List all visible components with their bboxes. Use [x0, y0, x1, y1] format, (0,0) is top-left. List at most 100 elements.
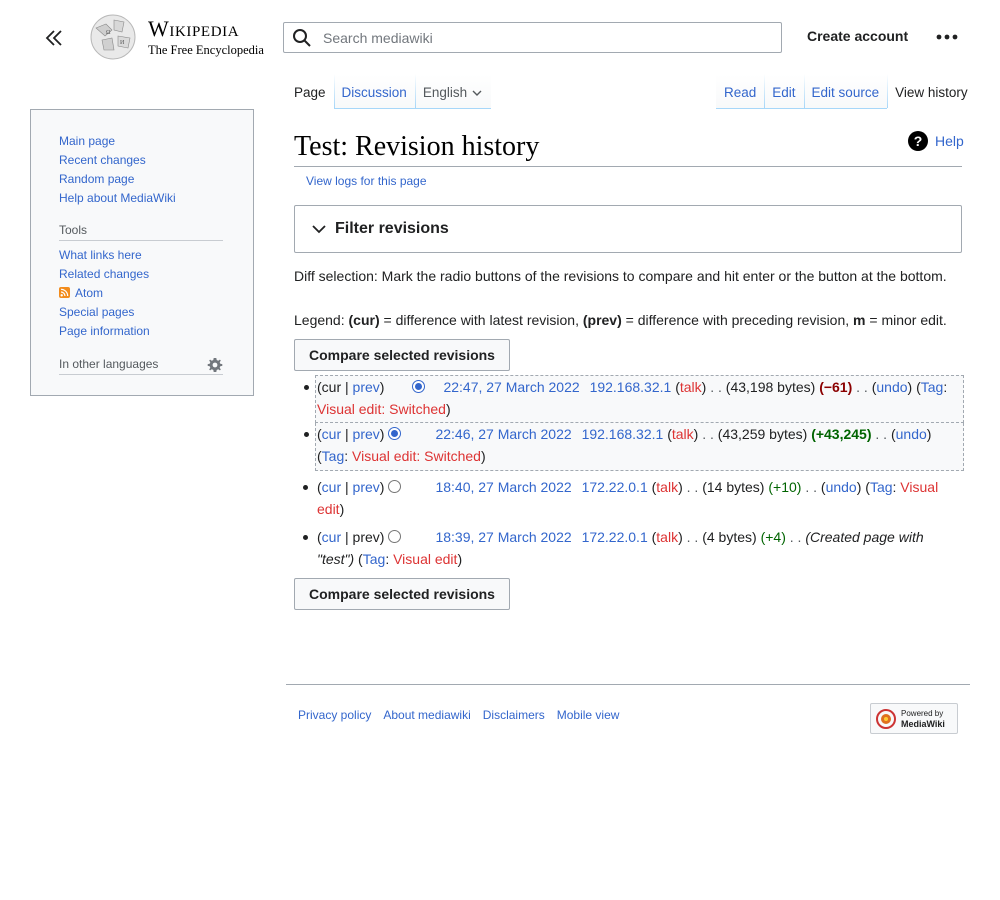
footer-privacy-policy[interactable]: Privacy policy	[298, 708, 371, 722]
list-bullet	[303, 485, 308, 490]
view-tabs: Read Edit Edit source View history	[716, 74, 976, 109]
sidebar-item-what-links-here[interactable]: What links here	[59, 248, 142, 262]
list-bullet	[303, 535, 308, 540]
revision-prev-link[interactable]: prev	[353, 479, 380, 495]
revision-cur-link[interactable]: cur	[322, 479, 341, 495]
revision-prev-link[interactable]: prev	[353, 426, 380, 442]
list-bullet	[304, 432, 309, 437]
tab-read-label: Read	[724, 85, 757, 100]
revision-prev-link[interactable]: prev	[353, 379, 380, 395]
wordmark-title: Wikipedia	[148, 15, 240, 41]
mediawiki-flower-icon	[876, 708, 896, 729]
footer-mobile-view[interactable]: Mobile view	[557, 708, 620, 722]
collapse-menu-icon[interactable]	[42, 26, 66, 50]
revision-history-list: (cur | prev) 22:47, 27 March 2022 192.168…	[294, 375, 964, 572]
sidebar-item-atom[interactable]: Atom	[75, 286, 103, 300]
sidebar-item-random-page[interactable]: Random page	[59, 172, 134, 186]
revision-row: (cur | prev) 22:47, 27 March 2022 192.168…	[304, 375, 964, 423]
language-variant-dropdown[interactable]: English	[414, 74, 492, 109]
revision-talk-link[interactable]: talk	[672, 426, 694, 442]
page-title: Test: Revision history	[294, 130, 962, 167]
sidebar-item-related-changes[interactable]: Related changes	[59, 267, 149, 281]
revision-size: (4 bytes)	[702, 529, 757, 545]
other-languages-heading: In other languages	[59, 357, 223, 375]
help-icon: ?	[908, 131, 928, 151]
view-logs-link[interactable]: View logs for this page	[306, 174, 427, 188]
legend-minor-desc: = minor edit.	[865, 312, 947, 328]
legend-minor: m	[853, 312, 866, 328]
tab-read[interactable]: Read	[716, 74, 765, 109]
legend-cur: (cur)	[348, 312, 380, 328]
revision-size-change: (+43,245)	[811, 426, 872, 442]
search-input[interactable]	[321, 28, 761, 47]
revision-user-link[interactable]: 172.22.0.1	[582, 479, 648, 495]
footer-about[interactable]: About mediawiki	[383, 708, 470, 722]
revision-older-radio[interactable]	[388, 427, 402, 440]
revision-user-link[interactable]: 192.168.32.1	[590, 379, 672, 395]
footer-divider	[286, 684, 970, 685]
tab-edit[interactable]: Edit	[764, 74, 804, 109]
tab-view-history-label: View history	[895, 85, 968, 100]
help-label[interactable]: Help	[935, 133, 964, 149]
revision-cur-link[interactable]: cur	[322, 426, 341, 442]
sidebar-item-special-pages[interactable]: Special pages	[59, 305, 134, 319]
revision-size: (14 bytes)	[702, 479, 765, 495]
revision-undo-link[interactable]: undo	[896, 426, 927, 442]
revision-row: (cur | prev) 22:46, 27 March 2022 192.168…	[304, 423, 964, 471]
revision-tag-label[interactable]: Tag	[322, 448, 345, 464]
revision-user-link[interactable]: 192.168.32.1	[582, 426, 664, 442]
chevron-down-icon	[472, 90, 482, 96]
revision-cur-link[interactable]: cur	[322, 529, 341, 545]
revision-user-link[interactable]: 172.22.0.1	[582, 529, 648, 545]
revision-tag-label[interactable]: Tag	[363, 551, 386, 567]
create-account-link[interactable]: Create account	[807, 28, 908, 44]
revision-size: (43,198 bytes)	[725, 379, 816, 395]
revision-talk-link[interactable]: talk	[656, 479, 678, 495]
compare-revisions-button-top[interactable]: Compare selected revisions	[294, 339, 510, 371]
powered-by-line2: MediaWiki	[901, 718, 945, 729]
sidebar-item-help[interactable]: Help about MediaWiki	[59, 191, 176, 205]
revision-newer-radio[interactable]	[412, 380, 426, 393]
site-logo[interactable]: Ω И Wikipedia The Free Encyclopedia	[88, 14, 264, 60]
tab-edit-source-label: Edit source	[811, 85, 880, 100]
revision-older-radio[interactable]	[388, 480, 402, 493]
revision-talk-link[interactable]: talk	[680, 379, 702, 395]
tab-discussion[interactable]: Discussion	[333, 74, 415, 109]
revision-undo-link[interactable]: undo	[826, 479, 857, 495]
sidebar-item-main-page[interactable]: Main page	[59, 134, 115, 148]
more-options-icon[interactable]	[934, 26, 960, 48]
revision-date-link[interactable]: 18:39, 27 March 2022	[435, 529, 571, 545]
revision-prev-text: prev	[352, 529, 380, 545]
footer-links: Privacy policy About mediawiki Disclaime…	[298, 708, 631, 722]
revision-talk-link[interactable]: talk	[656, 529, 678, 545]
sidebar-item-page-information[interactable]: Page information	[59, 324, 150, 338]
footer-disclaimers[interactable]: Disclaimers	[483, 708, 545, 722]
sidebar-tools-heading: Tools	[59, 223, 223, 241]
wordmark-tagline: The Free Encyclopedia	[148, 42, 264, 57]
revision-older-radio[interactable]	[388, 530, 402, 543]
sidebar: Main page Recent changes Random page Hel…	[30, 109, 254, 396]
revision-tag-label[interactable]: Tag	[921, 379, 944, 395]
help-link[interactable]: ? Help	[907, 130, 964, 152]
sidebar-item-recent-changes[interactable]: Recent changes	[59, 153, 146, 167]
revision-undo-link[interactable]: undo	[876, 379, 907, 395]
revision-size-change: (+4)	[760, 529, 786, 545]
search-box[interactable]	[283, 22, 782, 53]
compare-revisions-button-bottom[interactable]: Compare selected revisions	[294, 578, 510, 610]
sidebar-navigation: Main page Recent changes Random page Hel…	[59, 132, 176, 208]
powered-by-line1: Powered by	[901, 708, 944, 718]
legend-cur-desc: = difference with latest revision,	[379, 312, 583, 328]
filter-revisions-toggle[interactable]: Filter revisions	[294, 205, 962, 253]
chevron-down-icon	[312, 225, 326, 234]
powered-by-mediawiki-badge[interactable]: Powered by MediaWiki	[870, 703, 958, 734]
revision-tag-label[interactable]: Tag	[870, 479, 893, 495]
tab-page[interactable]: Page	[286, 74, 334, 109]
revision-date-link[interactable]: 22:47, 27 March 2022	[443, 379, 579, 395]
tab-edit-source[interactable]: Edit source	[803, 74, 888, 109]
revision-date-link[interactable]: 22:46, 27 March 2022	[435, 426, 571, 442]
revision-date-link[interactable]: 18:40, 27 March 2022	[435, 479, 571, 495]
legend: Legend: (cur) = difference with latest r…	[294, 309, 994, 331]
revision-size-change: (−61)	[819, 379, 853, 395]
tab-view-history[interactable]: View history	[887, 74, 976, 109]
gear-icon[interactable]	[207, 357, 223, 373]
